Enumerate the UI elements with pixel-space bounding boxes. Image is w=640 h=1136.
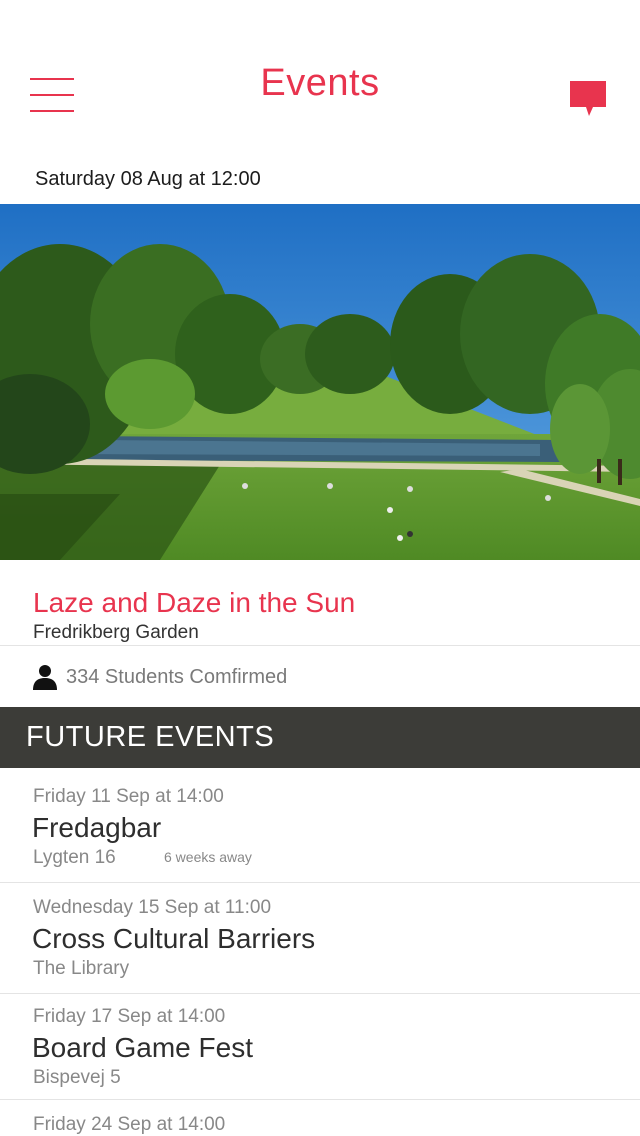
event-list-item[interactable]: Wednesday 15 Sep at 11:00 Cross Cultural… xyxy=(0,883,640,993)
featured-event-date: Saturday 08 Aug at 12:00 xyxy=(35,168,261,190)
event-date: Friday 11 Sep at 14:00 xyxy=(33,786,224,807)
confirmed-count-row: 334 Students Comfirmed xyxy=(33,662,287,692)
page-title: Events xyxy=(260,62,380,104)
event-name: Fredagbar xyxy=(32,812,162,843)
confirmed-count: 334 Students Comfirmed xyxy=(66,665,288,688)
future-events-heading: FUTURE EVENTS xyxy=(0,707,640,768)
event-name: Cross Cultural Barriers xyxy=(32,923,316,954)
event-venue: Lygten 16 xyxy=(33,847,116,868)
event-list-item[interactable]: Friday 24 Sep at 14:00 xyxy=(0,1100,640,1136)
chat-bubble-icon[interactable] xyxy=(569,80,607,118)
event-name: Board Game Fest xyxy=(32,1032,253,1063)
event-venue: Bispevej 5 xyxy=(33,1067,121,1088)
featured-event-venue: Fredrikberg Garden xyxy=(33,622,199,643)
event-venue: The Library xyxy=(33,958,130,979)
park-lawn-photo[interactable] xyxy=(0,204,640,560)
event-date: Wednesday 15 Sep at 11:00 xyxy=(33,897,272,918)
event-date: Friday 17 Sep at 14:00 xyxy=(33,1006,226,1027)
divider xyxy=(0,645,640,646)
featured-event-title[interactable]: Laze and Daze in the Sun xyxy=(33,587,355,619)
event-list-item[interactable]: Friday 17 Sep at 14:00 Board Game Fest B… xyxy=(0,994,640,1099)
event-time-away: 6 weeks away xyxy=(164,849,252,865)
header: Events xyxy=(0,0,640,150)
event-list-item[interactable]: Friday 11 Sep at 14:00 Fredagbar Lygten … xyxy=(0,768,640,882)
events-screen: Events Saturday 08 Aug at 12:00 Laze and… xyxy=(0,0,640,1136)
event-date: Friday 24 Sep at 14:00 xyxy=(33,1114,226,1135)
person-icon xyxy=(33,665,57,690)
